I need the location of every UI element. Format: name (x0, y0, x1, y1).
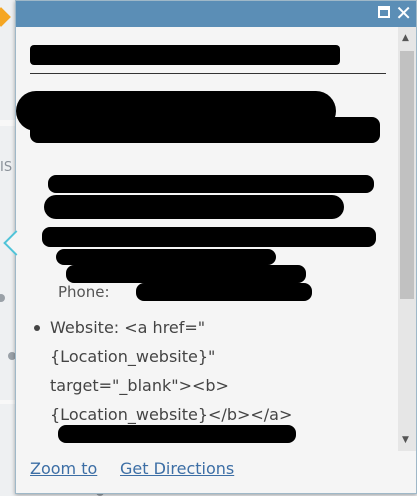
map-marker-icon[interactable] (0, 7, 11, 27)
info-popup: ✕ Phone: Website: <a href=" {Location_we… (15, 0, 417, 494)
redacted-block (48, 175, 374, 193)
scrollbar[interactable]: ▲ ▼ (398, 27, 416, 451)
website-field: Website: <a href=" {Location_website}" t… (34, 313, 350, 429)
redacted-block (58, 425, 296, 443)
redacted-block (30, 117, 380, 143)
redacted-block (44, 195, 344, 219)
scroll-thumb[interactable] (400, 51, 414, 299)
redacted-phone (136, 283, 312, 301)
popup-content: Phone: Website: <a href=" {Location_webs… (16, 27, 398, 447)
scroll-up-icon[interactable]: ▲ (402, 33, 409, 43)
maximize-icon[interactable] (378, 6, 390, 18)
popup-footer: Zoom to Get Directions (16, 453, 416, 493)
scroll-down-icon[interactable]: ▼ (402, 435, 409, 445)
get-directions-link[interactable]: Get Directions (120, 459, 234, 478)
popup-titlebar: ✕ (16, 1, 416, 27)
redacted-title (30, 45, 340, 65)
title-divider (30, 73, 386, 74)
map-point[interactable] (0, 294, 5, 302)
zoom-to-link[interactable]: Zoom to (30, 459, 97, 478)
redacted-block (42, 227, 376, 247)
map-label: IS (0, 160, 13, 175)
close-icon[interactable]: ✕ (395, 2, 412, 24)
redacted-block (56, 249, 276, 265)
field-list: Website: <a href=" {Location_website}" t… (34, 313, 350, 429)
phone-label: Phone: (58, 283, 110, 301)
redacted-block (66, 265, 306, 283)
